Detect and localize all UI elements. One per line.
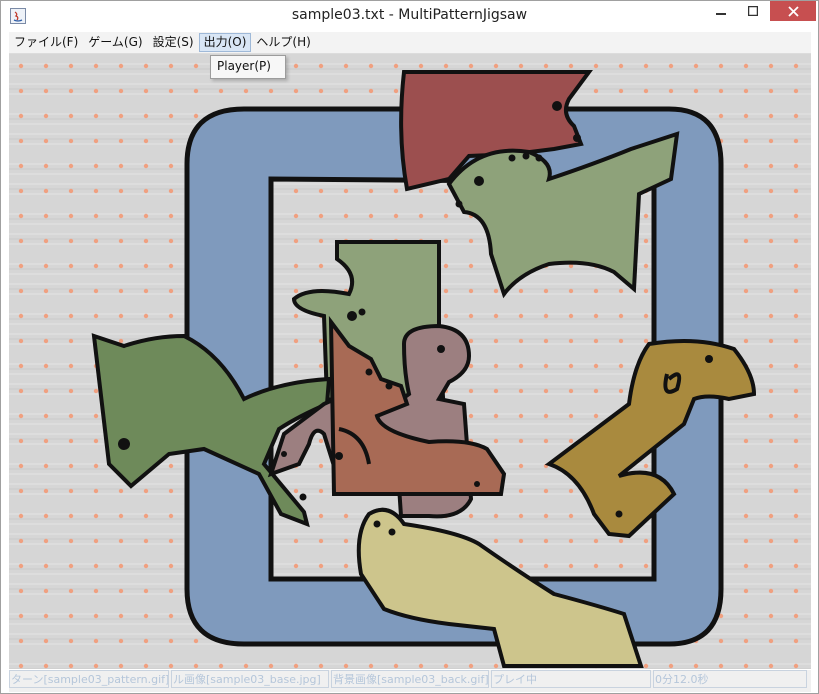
menu-bar: ファイル(F) ゲーム(G) 設定(S) 出力(O) ヘルプ(H) [9, 32, 811, 54]
window-title: sample03.txt - MultiPatternJigsaw [291, 7, 528, 23]
status-bar: ターン[sample03_pattern.gif] ル画像[sample03_b… [9, 670, 811, 692]
menu-file[interactable]: ファイル(F) [9, 33, 83, 52]
minimize-button[interactable] [707, 1, 735, 21]
menu-help[interactable]: ヘルプ(H) [251, 33, 315, 52]
status-time: 0分12.0秒 [653, 670, 807, 688]
close-button[interactable] [770, 1, 816, 21]
puzzle-board[interactable] [9, 54, 811, 669]
minimize-icon [716, 13, 726, 15]
menu-settings[interactable]: 設定(S) [148, 33, 199, 52]
menu-item-player[interactable]: Player(P) [217, 59, 271, 73]
maximize-icon [748, 6, 758, 16]
status-base: ル画像[sample03_base.jpg] [171, 670, 329, 688]
output-menu-dropdown: Player(P) [210, 55, 286, 79]
title-bar[interactable]: sample03.txt - MultiPatternJigsaw [1, 1, 818, 32]
maximize-button[interactable] [739, 1, 767, 21]
status-pattern: ターン[sample03_pattern.gif] [9, 670, 169, 688]
status-back: 背景画像[sample03_back.gif] [331, 670, 489, 688]
close-icon [787, 5, 799, 17]
menu-game[interactable]: ゲーム(G) [83, 33, 147, 52]
app-window: sample03.txt - MultiPatternJigsaw ファイル(F… [0, 0, 819, 694]
puzzle-canvas[interactable] [9, 54, 811, 669]
status-state: プレイ中 [491, 670, 651, 688]
menu-output[interactable]: 出力(O) [198, 33, 252, 52]
